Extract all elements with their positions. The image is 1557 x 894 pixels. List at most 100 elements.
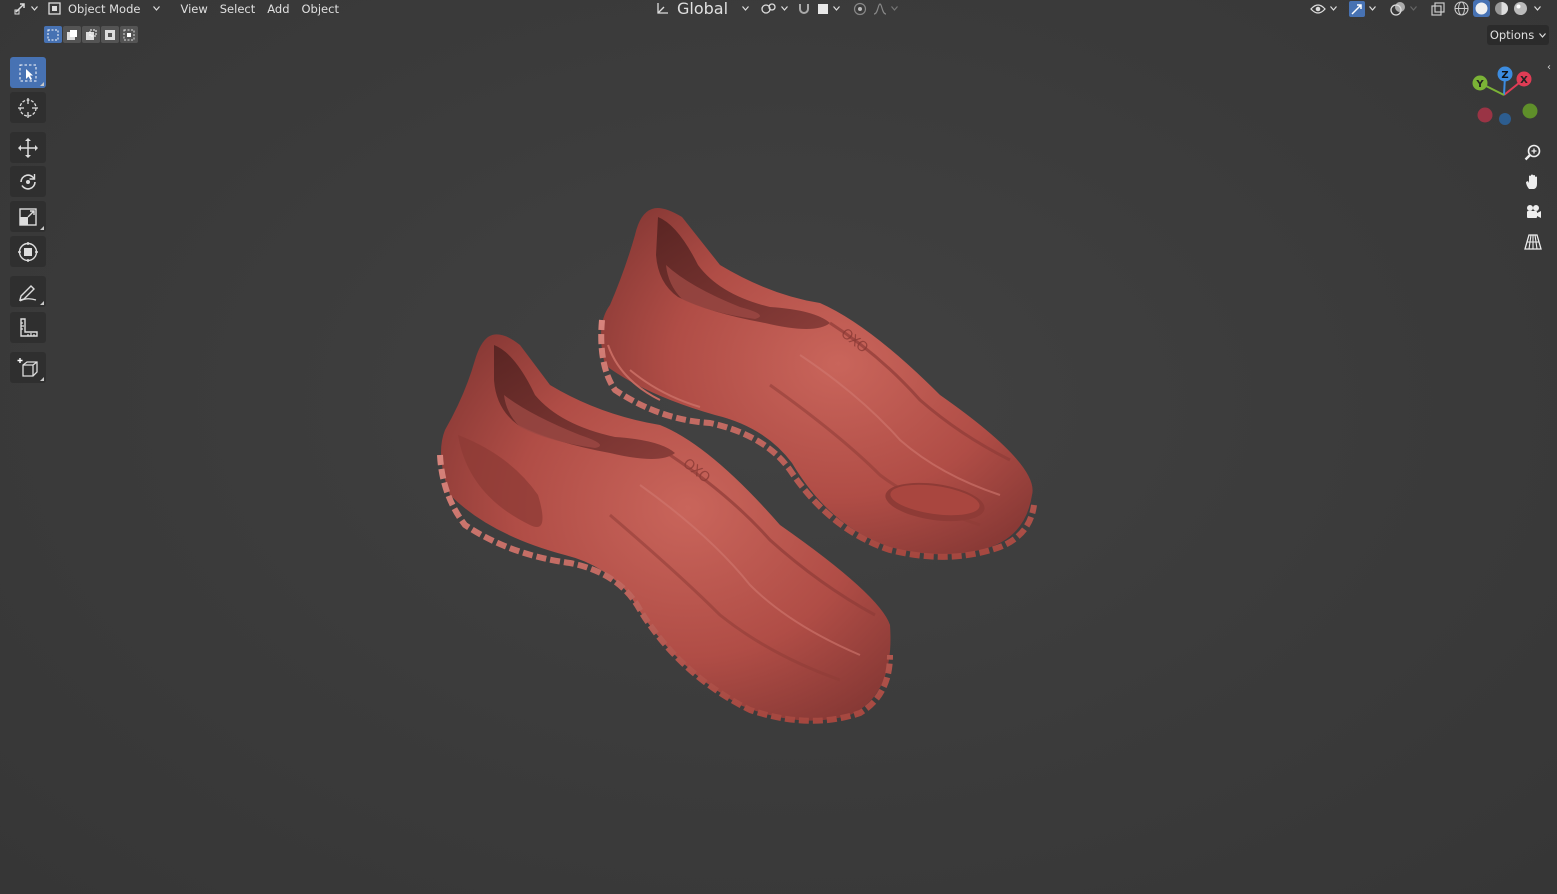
editor-type-button[interactable] [0,0,44,17]
select-new-button[interactable] [44,26,62,43]
add-cube-tool[interactable] [10,352,46,383]
solid-sphere-icon [1473,0,1490,17]
zoom-button[interactable] [1520,140,1546,166]
shading-rendered[interactable] [1511,0,1543,17]
select-extend-icon [67,29,77,40]
annotate-tool[interactable] [10,276,46,307]
xray-icon [1431,1,1445,16]
chevron-down-icon [891,6,899,11]
snap-toggle[interactable] [794,0,814,17]
select-invert-button[interactable] [101,26,119,43]
options-label: Options [1489,28,1535,42]
xray-toggle[interactable] [1428,0,1448,17]
ruler-icon [20,317,38,337]
snap-target-dropdown[interactable] [814,0,843,17]
falloff-curve-icon [873,2,887,15]
transform-icon [14,3,25,15]
orientation-label: Global [677,0,729,18]
chevron-down-icon [1534,6,1541,11]
mode-label: Object Mode [68,1,141,16]
sidebar-collapse-arrow[interactable]: ‹ [1547,62,1551,73]
shading-solid[interactable] [1471,0,1492,17]
add-cube-icon [17,357,38,377]
gizmo-neg-y[interactable] [1522,103,1538,119]
menu-select[interactable]: Select [214,0,261,17]
cursor-icon [18,97,38,118]
shading-material[interactable] [1492,0,1511,17]
transform-icon [18,241,38,262]
perspective-toggle-button[interactable] [1520,229,1546,255]
tool-corner-indicator [40,301,44,305]
shoe-model[interactable]: OXO OXO [420,195,1060,740]
object-mode-icon [48,2,61,15]
eye-icon [1310,3,1326,14]
chevron-down-icon [833,6,841,11]
select-subtract-button[interactable] [82,26,100,43]
menu-object[interactable]: Object [296,0,345,17]
move-icon [18,137,38,158]
navigation-gizmo[interactable]: X Z Y [1466,62,1546,132]
chevron-down-icon [1369,6,1376,11]
chevron-down-icon [742,6,750,11]
move-tool[interactable] [10,132,46,163]
chevron-down-icon [153,6,161,11]
rotate-icon [20,173,36,190]
select-intersect-button[interactable] [120,26,138,43]
gizmo-icon [1349,0,1365,17]
orientation-dropdown[interactable]: Global [655,0,755,18]
camera-icon [1527,205,1541,218]
material-sphere-icon [1495,2,1508,15]
select-box-tool[interactable] [10,57,46,88]
gizmo-neg-x[interactable] [1477,107,1493,123]
gizmo-z-label: Z [1501,70,1508,81]
tool-corner-indicator [40,377,44,381]
overlay-icon [1390,1,1405,16]
selection-mode-group [44,26,138,43]
visibility-dropdown[interactable] [1307,0,1340,17]
overlay-toggle[interactable] [1387,0,1420,17]
chevron-down-icon [1410,6,1417,11]
scale-tool[interactable] [10,201,46,232]
tool-corner-indicator [40,82,44,86]
select-box-icon [19,64,37,81]
options-dropdown[interactable]: Options [1487,25,1549,45]
zoom-icon [1524,144,1541,161]
camera-view-button[interactable] [1520,199,1546,225]
transform-controls: Global [655,0,900,18]
chevron-down-icon [1539,32,1547,38]
square-icon [818,3,829,14]
wireframe-sphere-icon [1454,1,1469,16]
transform-tool[interactable] [10,236,46,267]
pan-button[interactable] [1520,169,1546,195]
chevron-down-icon [781,6,789,11]
gizmo-y-label: Y [1475,79,1484,90]
select-intersect-icon [123,29,135,40]
mode-dropdown[interactable]: Object Mode [44,0,166,17]
proportional-edit-icon [853,2,867,15]
3d-viewport[interactable]: Object Mode View Select Add Object Globa… [0,0,1557,894]
gizmo-neg-z[interactable] [1499,113,1511,125]
display-controls [1307,0,1543,17]
pivot-link-icon [761,3,776,14]
scale-icon [19,207,37,226]
proportional-edit-toggle[interactable] [849,0,871,17]
gizmo-toggle[interactable] [1346,0,1379,17]
shading-wireframe[interactable] [1452,0,1471,17]
orientation-icon [657,2,668,14]
measure-tool[interactable] [10,312,46,343]
gizmo-x-label: X [1520,75,1528,86]
select-invert-icon [105,29,115,40]
rendered-sphere-icon [1514,2,1527,15]
tool-corner-indicator [40,226,44,230]
select-extend-button[interactable] [63,26,81,43]
menu-view[interactable]: View [174,0,213,17]
pivot-dropdown[interactable] [755,0,794,17]
menu-add[interactable]: Add [261,0,295,17]
pencil-icon [19,284,37,302]
grid-perspective-icon [1524,234,1542,250]
falloff-dropdown[interactable] [871,0,900,17]
cursor-tool[interactable] [10,92,46,123]
rotate-tool[interactable] [10,166,46,197]
chevron-down-icon [31,6,38,11]
hand-pan-icon [1526,174,1537,189]
